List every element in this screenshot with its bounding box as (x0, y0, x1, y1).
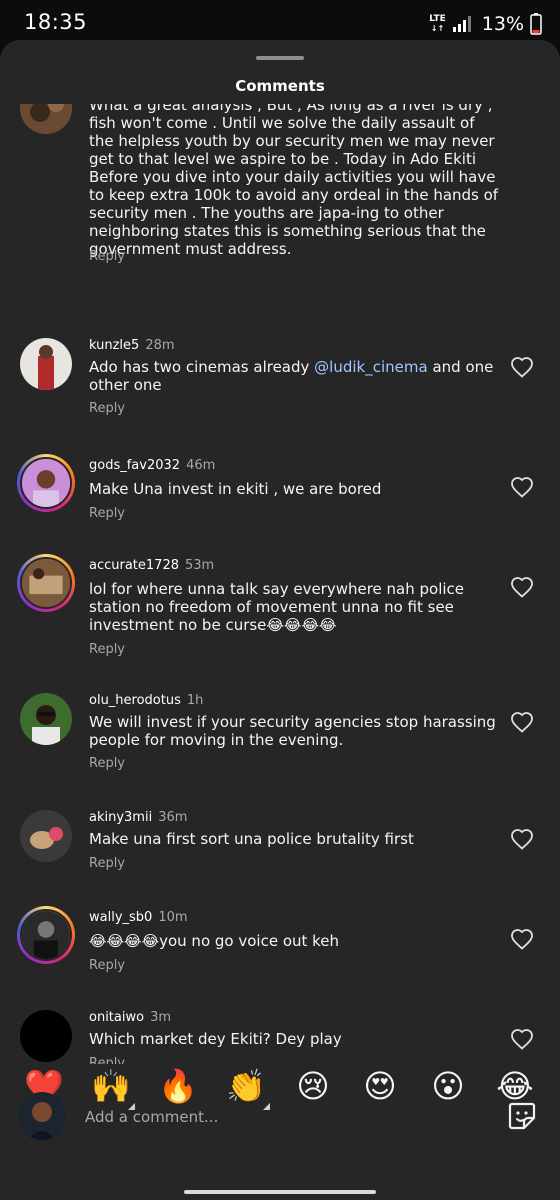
mention-link[interactable]: @ludik_cinema (314, 358, 428, 376)
comment-text: Make una first sort una police brutality… (89, 830, 414, 848)
signal-icon (452, 16, 471, 32)
comment-meta: akiny3mii 36m (89, 810, 187, 825)
comment-text: Which market dey Ekiti? Dey play (89, 1030, 342, 1048)
timestamp: 3m (150, 1010, 172, 1025)
comment-meta: olu_herodotus 1h (89, 693, 203, 708)
heart-icon[interactable] (510, 711, 534, 735)
heart-icon[interactable] (510, 356, 534, 380)
battery-percent: 13% (481, 13, 524, 35)
reply-button[interactable]: Reply (89, 756, 125, 771)
comments-sheet: Comments What a great analysis , But , A… (0, 40, 560, 1200)
comment-text: 😂😂😂😂you no go voice out keh (89, 932, 340, 950)
avatar[interactable] (20, 338, 72, 390)
comment-meta: accurate1728 53m (89, 558, 214, 573)
avatar[interactable] (17, 454, 75, 512)
timestamp: 10m (158, 910, 188, 925)
sticker-icon[interactable] (506, 1100, 538, 1132)
reply-button[interactable]: Reply (89, 642, 125, 657)
comment-input[interactable]: Add a comment... (85, 1108, 218, 1126)
comment-text: We will invest if your security agencies… (89, 713, 496, 749)
timestamp: 1h (186, 693, 204, 708)
comment-text: Ado has two cinemas already @ludik_cinem… (89, 358, 494, 394)
username[interactable]: olu_herodotus (89, 693, 181, 708)
username[interactable]: gods_fav2032 (89, 458, 180, 473)
avatar[interactable] (17, 554, 75, 612)
comment-meta: onitaiwo 3m (89, 1010, 171, 1025)
reply-button[interactable]: Reply (89, 249, 125, 264)
reply-button[interactable]: Reply (89, 401, 125, 416)
status-clock: 18:35 (24, 10, 88, 34)
reply-button[interactable]: Reply (89, 506, 125, 521)
avatar[interactable] (20, 104, 72, 134)
my-avatar[interactable] (18, 1092, 66, 1140)
heart-icon[interactable] (510, 928, 534, 952)
comment-meta: wally_sb0 10m (89, 910, 188, 925)
heart-icon[interactable] (510, 476, 534, 500)
comments-list[interactable]: What a great analysis , But , As long as… (0, 104, 560, 1064)
heart-icon[interactable] (510, 828, 534, 852)
reply-button[interactable]: Reply (89, 958, 125, 973)
timestamp: 28m (145, 338, 175, 353)
comment-meta: kunzle5 28m (89, 338, 175, 353)
sheet-title: Comments (235, 77, 325, 95)
status-icons: LTE ↓↑ 13% (429, 10, 542, 38)
comment-text: What a great analysis , But , As long as… (89, 104, 499, 258)
username[interactable]: accurate1728 (89, 558, 179, 573)
comment-meta: gods_fav2032 46m (89, 458, 215, 473)
drag-handle[interactable] (256, 56, 304, 60)
avatar[interactable] (17, 906, 75, 964)
avatar[interactable] (20, 693, 72, 745)
comment-composer: Add a comment... (0, 1060, 560, 1140)
comment-text: lol for where unna talk say everywhere n… (89, 580, 465, 634)
timestamp: 46m (186, 458, 216, 473)
username[interactable]: wally_sb0 (89, 910, 152, 925)
avatar[interactable] (20, 810, 72, 862)
avatar[interactable] (20, 1010, 72, 1062)
username[interactable]: akiny3mii (89, 810, 152, 825)
username[interactable]: onitaiwo (89, 1010, 144, 1025)
timestamp: 36m (158, 810, 188, 825)
battery-icon (530, 13, 542, 35)
comment-text: Make Una invest in ekiti , we are bored (89, 480, 382, 498)
lte-indicator: LTE ↓↑ (429, 14, 446, 34)
gesture-nav-bar[interactable] (184, 1190, 376, 1194)
reply-button[interactable]: Reply (89, 856, 125, 871)
username[interactable]: kunzle5 (89, 338, 139, 353)
heart-icon[interactable] (510, 1028, 534, 1052)
timestamp: 53m (185, 558, 215, 573)
heart-icon[interactable] (510, 576, 534, 600)
